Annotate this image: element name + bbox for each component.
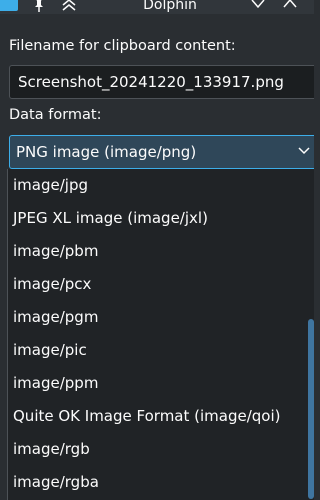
filename-label: Filename for clipboard content: (9, 38, 236, 54)
format-option-pcx[interactable]: image/pcx (13, 274, 91, 294)
minimize-icon[interactable] (250, 0, 266, 11)
data-format-combobox[interactable]: PNG image (image/png) (9, 135, 314, 169)
chevron-down-icon[interactable] (297, 146, 311, 156)
format-option-pgm[interactable]: image/pgm (13, 307, 98, 327)
format-option-jpg[interactable]: image/jpg (13, 175, 88, 195)
format-option-jxl[interactable]: JPEG XL image (image/jxl) (13, 208, 208, 228)
format-option-ppm[interactable]: image/ppm (13, 373, 98, 393)
clipboard-save-dialog: Dolphin Filename for clipboard content: … (0, 0, 314, 500)
pin-icon[interactable] (31, 0, 47, 14)
format-option-rgb[interactable]: image/rgb (13, 439, 90, 459)
keep-above-icon[interactable] (60, 0, 78, 14)
data-format-dropdown-list: image/jpg JPEG XL image (image/jxl) imag… (7, 169, 314, 500)
dropdown-scrollbar-thumb[interactable] (308, 319, 314, 499)
window-title: Dolphin (143, 0, 197, 13)
data-format-label: Data format: (9, 107, 102, 123)
data-format-selected: PNG image (image/png) (16, 143, 197, 161)
title-bar: Dolphin (0, 0, 314, 14)
app-icon[interactable] (0, 0, 18, 11)
format-option-pbm[interactable]: image/pbm (13, 241, 98, 261)
format-option-pic[interactable]: image/pic (13, 340, 87, 360)
maximize-icon[interactable] (282, 0, 298, 11)
format-option-rgba[interactable]: image/rgba (13, 472, 99, 492)
filename-field[interactable]: Screenshot_20241220_133917.png (9, 65, 314, 99)
format-option-qoi[interactable]: Quite OK Image Format (image/qoi) (13, 406, 281, 426)
